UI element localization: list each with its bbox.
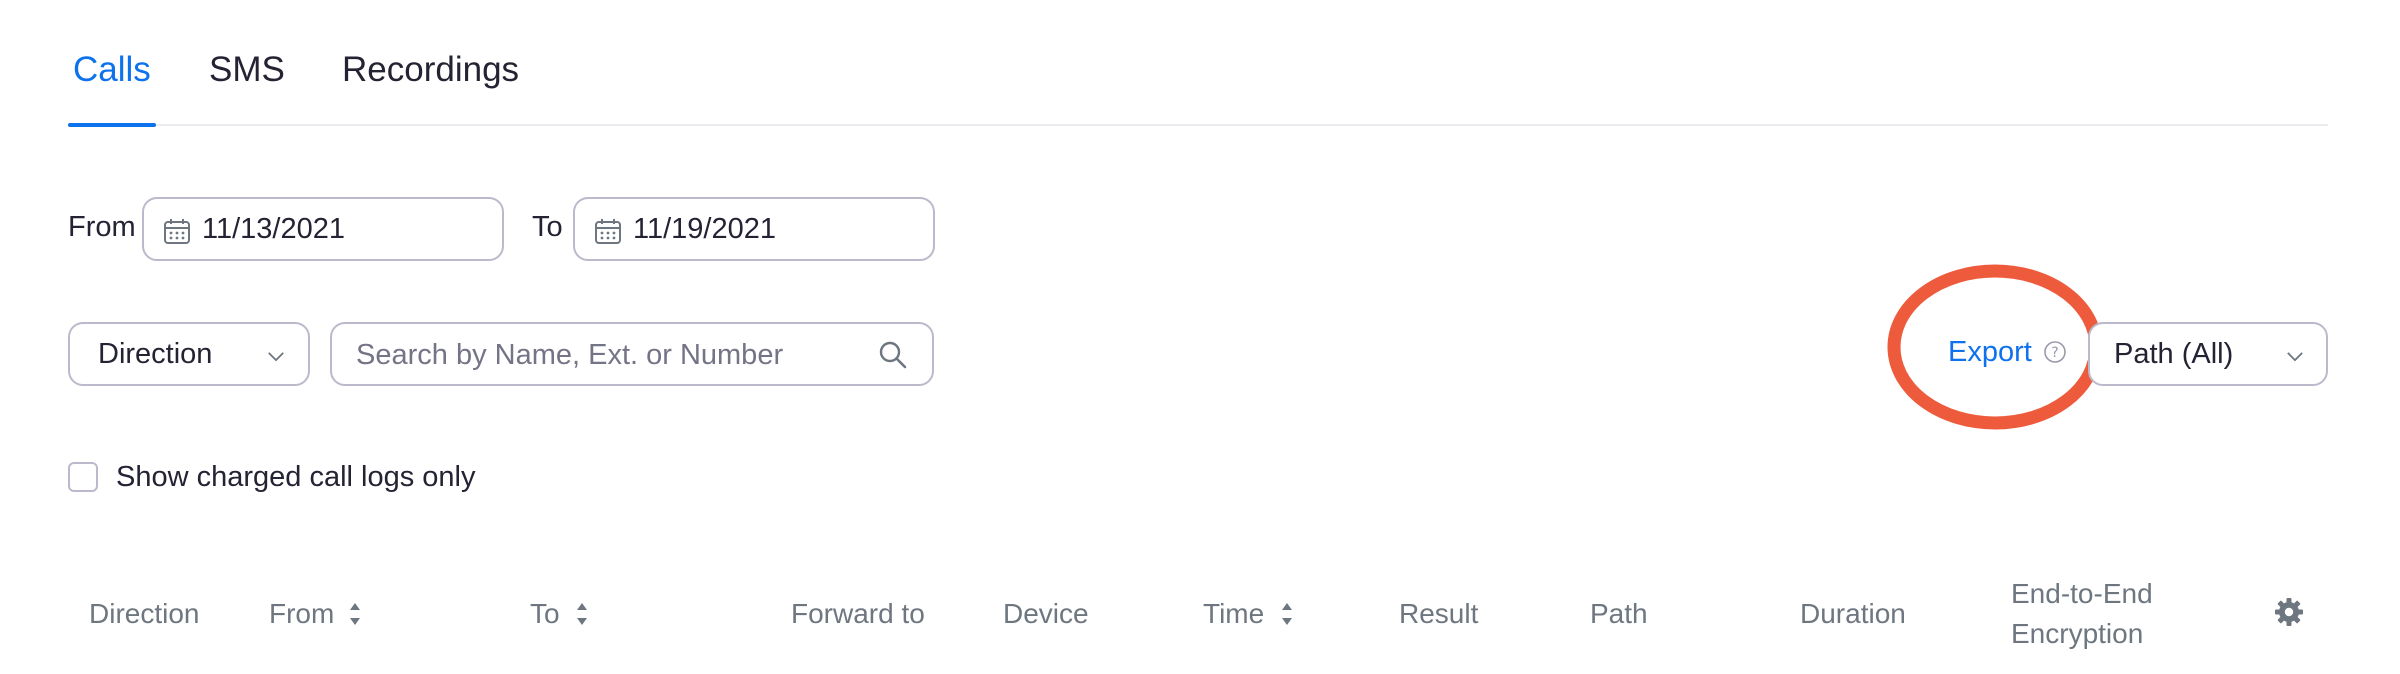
column-header-direction: Direction xyxy=(89,598,200,629)
sort-icon[interactable] xyxy=(347,599,363,629)
help-circle-icon[interactable]: ? xyxy=(2043,340,2067,364)
column-header-device: Device xyxy=(1003,598,1089,629)
to-label: To xyxy=(532,211,563,243)
to-date-value: 11/19/2021 xyxy=(633,213,776,245)
column-header-path: Path xyxy=(1590,598,1648,629)
charged-logs-label[interactable]: Show charged call logs only xyxy=(116,461,475,494)
direction-select-value: Direction xyxy=(98,338,213,370)
calendar-icon xyxy=(164,219,190,244)
column-header-result: Result xyxy=(1399,598,1479,629)
to-date-input[interactable]: 11/19/2021 xyxy=(573,197,935,261)
column-header-forward-to: Forward to xyxy=(791,598,925,629)
export-link[interactable]: Export xyxy=(1948,336,2032,369)
tab-sms[interactable]: SMS xyxy=(209,50,285,90)
column-header-from[interactable]: From xyxy=(269,594,334,634)
column-header-e2e-line2: Encryption xyxy=(2011,618,2144,649)
from-label: From xyxy=(68,211,136,243)
tab-calls[interactable]: Calls xyxy=(73,50,151,90)
from-date-input[interactable]: 11/13/2021 xyxy=(142,197,504,261)
search-placeholder: Search by Name, Ext. or Number xyxy=(356,339,784,371)
gear-icon[interactable] xyxy=(2274,597,2304,627)
tab-recordings[interactable]: Recordings xyxy=(342,50,519,90)
path-select[interactable]: Path (All) xyxy=(2088,322,2328,386)
from-date-value: 11/13/2021 xyxy=(202,213,345,245)
column-header-e2e-line1: End-to-End xyxy=(2011,578,2153,609)
search-icon[interactable] xyxy=(878,340,908,370)
search-input[interactable]: Search by Name, Ext. or Number xyxy=(330,322,934,386)
charged-logs-checkbox[interactable] xyxy=(68,462,98,492)
direction-select[interactable]: Direction xyxy=(68,322,310,386)
calendar-icon xyxy=(595,219,621,244)
active-tab-indicator xyxy=(68,123,156,127)
tabs-divider xyxy=(68,124,2328,126)
svg-text:?: ? xyxy=(2051,345,2058,361)
sort-icon[interactable] xyxy=(574,599,590,629)
chevron-down-icon xyxy=(268,352,284,362)
chevron-down-icon xyxy=(2287,352,2303,362)
column-header-time[interactable]: Time xyxy=(1203,594,1264,634)
column-header-to[interactable]: To xyxy=(530,594,560,634)
sort-icon[interactable] xyxy=(1279,599,1295,629)
column-header-duration: Duration xyxy=(1800,598,1906,629)
path-select-value: Path (All) xyxy=(2114,338,2234,370)
